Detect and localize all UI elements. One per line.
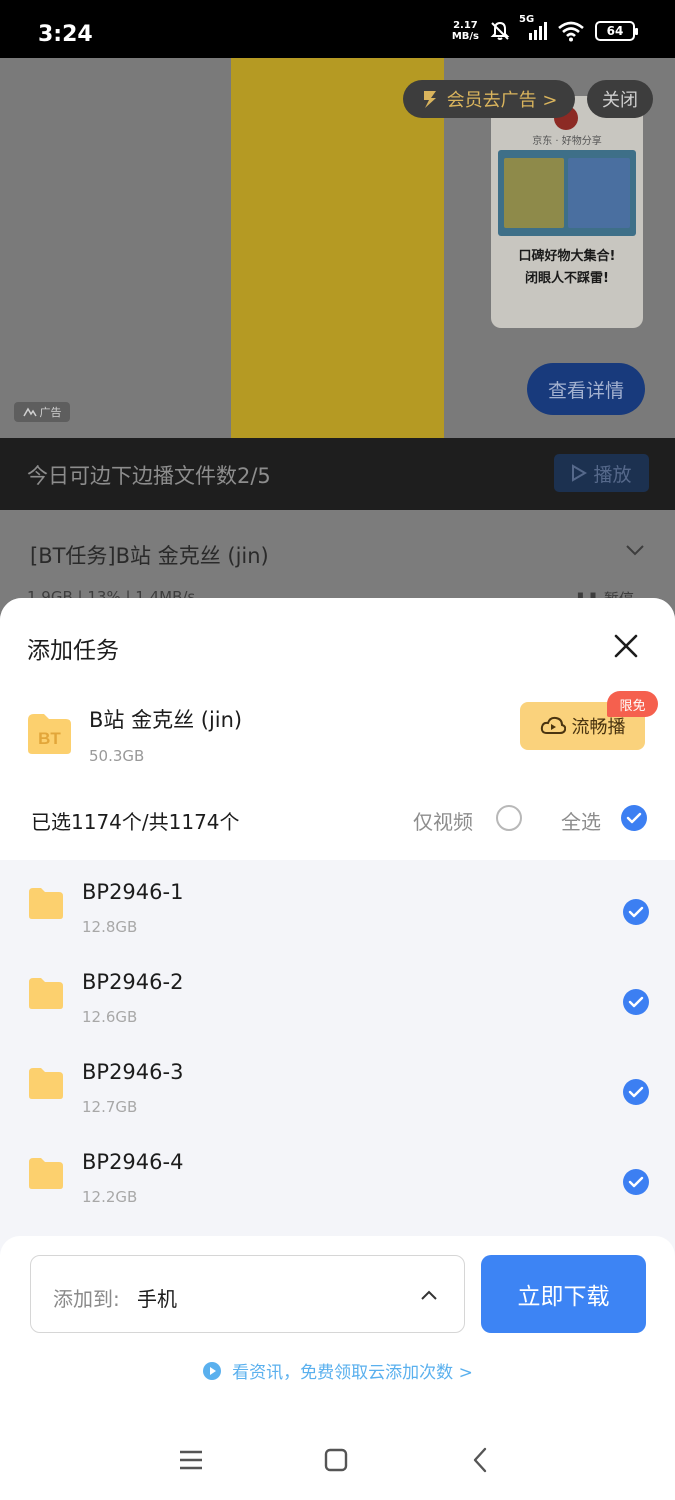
- vip-remove-ads-button[interactable]: 会员去广告 >: [403, 80, 575, 118]
- system-nav-bar: [0, 1432, 675, 1492]
- file-name: BP2946-1: [82, 880, 184, 904]
- check-icon: [628, 996, 644, 1008]
- file-checkbox[interactable]: [623, 1079, 649, 1105]
- vip-remove-ads-label: 会员去广告 >: [446, 90, 558, 111]
- battery-level: 64: [606, 24, 624, 38]
- ad-product-image: [498, 150, 636, 236]
- file-row[interactable]: BP2946-4 12.2GB: [0, 1130, 675, 1220]
- cloud-play-icon: [540, 716, 566, 734]
- file-row[interactable]: BP2946-1 12.8GB: [0, 860, 675, 950]
- battery-indicator: 64: [595, 21, 638, 41]
- ad-card-text-line1: 口碑好物大集合!: [518, 249, 616, 264]
- chevron-down-icon[interactable]: [624, 542, 646, 558]
- stream-quota-bar: 今日可边下边播文件数2/5 播放: [0, 438, 675, 510]
- cellular-signal: 5G: [519, 14, 547, 40]
- close-icon[interactable]: [610, 630, 642, 662]
- ad-product-left: [504, 158, 564, 228]
- stream-quota-text: 今日可边下边播文件数2/5: [27, 464, 271, 488]
- video-only-label: 仅视频: [413, 810, 473, 834]
- download-now-label: 立即下载: [517, 1284, 610, 1310]
- check-icon: [626, 812, 642, 824]
- ad-tag-label: 广告: [39, 406, 62, 419]
- bt-icon-label: BT: [38, 729, 61, 748]
- status-time: 3:24: [38, 22, 93, 47]
- file-checkbox[interactable]: [623, 899, 649, 925]
- sheet-footer: 添加到: 手机 立即下载 看资讯，免费领取云添加次数 >: [0, 1236, 675, 1500]
- ad-card-text-line2: 闭眼人不踩雷!: [525, 271, 609, 286]
- menu-icon[interactable]: [177, 1446, 205, 1474]
- file-size: 12.6GB: [82, 1008, 138, 1026]
- limited-free-label: 限免: [619, 698, 646, 714]
- file-row[interactable]: BP2946-2 12.6GB: [0, 950, 675, 1040]
- sheet-title: 添加任务: [27, 638, 119, 664]
- folder-icon: [29, 978, 63, 1009]
- ad-card-text: 口碑好物大集合! 闭眼人不踩雷!: [491, 246, 643, 290]
- play-icon: [572, 464, 588, 482]
- vip-icon: [423, 91, 436, 108]
- task-title: [BT任务]B站 金克丝 (jin): [30, 544, 269, 568]
- bell-muted-icon: [490, 21, 510, 40]
- destination-select[interactable]: 添加到: 手机: [30, 1255, 465, 1333]
- file-row[interactable]: BP2946-3 12.7GB: [0, 1040, 675, 1130]
- download-now-button[interactable]: 立即下载: [481, 1255, 646, 1333]
- file-checkbox[interactable]: [623, 1169, 649, 1195]
- torrent-name: B站 金克丝 (jin): [89, 708, 243, 732]
- play-button[interactable]: 播放: [554, 454, 649, 492]
- view-details-label: 查看详情: [547, 379, 624, 402]
- destination-prefix: 添加到:: [53, 1287, 120, 1311]
- home-icon[interactable]: [322, 1446, 350, 1474]
- video-only-checkbox[interactable]: [496, 805, 522, 831]
- torrent-size: 50.3GB: [89, 747, 145, 765]
- bt-folder-icon: BT: [28, 714, 71, 754]
- folder-icon: [29, 1068, 63, 1099]
- status-icons: 2.17 MB/s 5G 64: [452, 14, 638, 42]
- ad-close-label: 关闭: [602, 90, 638, 111]
- file-checkbox[interactable]: [623, 989, 649, 1015]
- chevron-up-icon: [421, 1290, 437, 1300]
- select-all-checkbox[interactable]: [621, 805, 647, 831]
- network-speed: 2.17 MB/s: [452, 20, 479, 42]
- network-type: 5G: [519, 14, 535, 25]
- ad-card: 京东 · 好物分享 口碑好物大集合! 闭眼人不踩雷!: [491, 96, 643, 328]
- limited-free-badge: 限免: [607, 691, 658, 717]
- check-icon: [628, 906, 644, 918]
- promo-link[interactable]: 看资讯，免费领取云添加次数 >: [0, 1358, 675, 1383]
- file-list: BP2946-1 12.8GB BP2946-2 12.6GB BP2946-3…: [0, 860, 675, 1220]
- folder-icon: [29, 1158, 63, 1189]
- ad-mark-icon: [22, 407, 37, 417]
- file-size: 12.2GB: [82, 1188, 138, 1206]
- play-label: 播放: [593, 463, 632, 486]
- ad-tag: 广告: [14, 402, 70, 422]
- folder-icon: [29, 888, 63, 919]
- status-bar: 3:24 2.17 MB/s 5G 64: [0, 0, 675, 58]
- ad-close-button[interactable]: 关闭: [587, 80, 653, 118]
- select-all-label: 全选: [561, 810, 601, 834]
- check-icon: [628, 1086, 644, 1098]
- view-details-button[interactable]: 查看详情: [527, 363, 645, 415]
- network-speed-value: 2.17: [453, 20, 478, 31]
- selected-count: 已选1174个/共1174个: [31, 810, 240, 834]
- file-name: BP2946-4: [82, 1150, 184, 1174]
- destination-value: 手机: [137, 1287, 177, 1311]
- file-name: BP2946-2: [82, 970, 184, 994]
- ad-banner-area: 京东 · 好物分享 口碑好物大集合! 闭眼人不踩雷! 会员去广告 > 关闭 广告…: [0, 58, 675, 438]
- check-icon: [628, 1176, 644, 1188]
- file-name: BP2946-3: [82, 1060, 184, 1084]
- file-size: 12.7GB: [82, 1098, 138, 1116]
- promo-text: 看资讯，免费领取云添加次数 >: [232, 1363, 473, 1383]
- network-speed-unit: MB/s: [451, 31, 479, 42]
- sheet-header: 添加任务 BT B站 金克丝 (jin) 50.3GB 流畅播 限免 已选117…: [0, 598, 675, 860]
- play-circle-icon: [203, 1361, 222, 1380]
- file-size: 12.8GB: [82, 918, 138, 936]
- ad-card-subtitle: 京东 · 好物分享: [532, 136, 602, 147]
- ad-product-right: [568, 158, 630, 228]
- add-task-sheet: 添加任务 BT B站 金克丝 (jin) 50.3GB 流畅播 限免 已选117…: [0, 598, 675, 1500]
- back-icon[interactable]: [467, 1446, 495, 1474]
- wifi-icon: [558, 21, 584, 42]
